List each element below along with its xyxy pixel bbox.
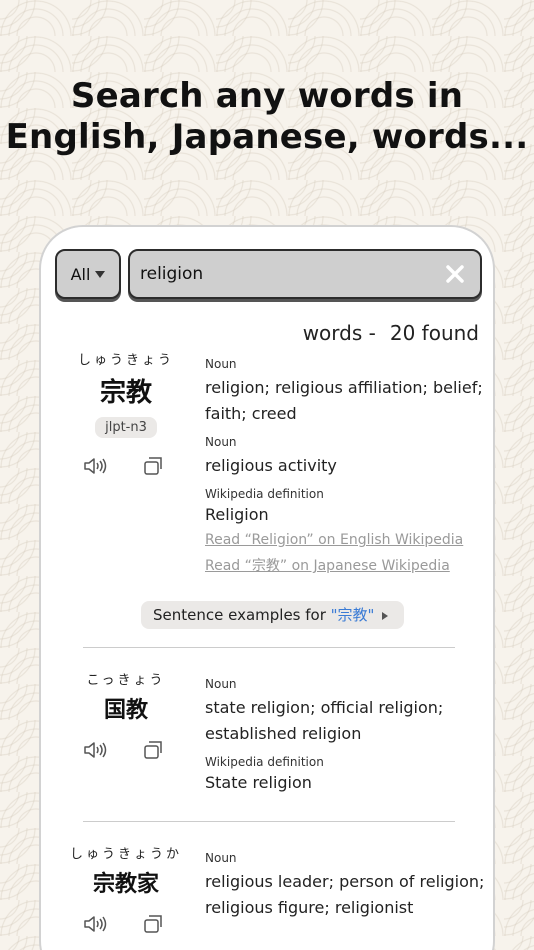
part-of-speech: Noun [205,677,237,691]
definition-line: religion; religious affiliation; belief; [205,378,483,397]
word-kanji: 宗教家 [92,872,159,897]
results-number: 20 found [389,321,479,345]
headline-line-2: English, Japanese, words... [5,117,529,157]
app-screen: All words - 20 found しゅうきょう 宗教 jlpt-n3 [39,225,495,950]
word-definitions: Noun religious leader; person of religio… [205,851,485,921]
results-label: words - [302,321,376,345]
definition-text: state religion; official religion; estab… [205,695,485,747]
sentence-examples-term: "宗教" [330,606,375,624]
word-kanji: 宗教 [99,378,152,408]
play-icon [382,611,389,620]
definition-line: faith; creed [205,404,297,423]
wikipedia-title: State religion [205,773,312,792]
wikipedia-link-english[interactable]: Read “Religion” on English Wikipedia [205,527,485,553]
search-box [128,249,482,299]
copy-icon[interactable] [143,913,167,935]
results-count: words - 20 found [303,321,479,345]
definition-text: religious leader; person of religion; re… [205,869,485,921]
copy-icon[interactable] [143,455,167,477]
word-definitions: Noun religion; religious affiliation; be… [205,357,485,579]
search-input[interactable] [140,260,430,288]
word-heading: しゅうきょうか 宗教家 [41,843,211,898]
definition-line: established religion [205,724,362,743]
caret-down-icon [95,270,106,278]
speaker-icon[interactable] [83,913,109,935]
wikipedia-label: Wikipedia definition [205,487,324,501]
word-actions [83,913,173,937]
part-of-speech: Noun [205,435,237,449]
filter-label: All [70,264,91,284]
word-heading: こっきょう 国教 [41,669,211,724]
copy-icon[interactable] [143,739,167,761]
headline: Search any words in English, Japanese, w… [0,76,534,158]
speaker-icon[interactable] [83,455,109,477]
filter-dropdown[interactable]: All [55,249,121,299]
part-of-speech: Noun [205,357,237,371]
headline-line-1: Search any words in [70,76,464,116]
word-actions [83,739,173,763]
part-of-speech: Noun [205,851,237,865]
jlpt-badge: jlpt-n3 [95,417,157,438]
word-heading: しゅうきょう 宗教 jlpt-n3 [41,349,211,438]
word-reading: しゅうきょうか [69,847,182,862]
speaker-icon[interactable] [83,739,109,761]
close-icon[interactable] [446,265,464,283]
divider [83,647,455,648]
sentence-examples-button[interactable]: Sentence examples for "宗教" [141,601,405,629]
divider [83,821,455,822]
word-actions [83,455,173,479]
wikipedia-label: Wikipedia definition [205,755,324,769]
definition-text: religious activity [205,456,337,475]
definition-line: state religion; official religion; [205,698,444,717]
word-reading: こっきょう [86,673,166,688]
wikipedia-title: Religion [205,505,269,524]
definition-text: religion; religious affiliation; belief;… [205,375,485,427]
word-reading: しゅうきょう [77,353,174,368]
definition-line: religious figure; religionist [205,898,414,917]
word-definitions: Noun state religion; official religion; … [205,677,485,795]
word-kanji: 国教 [103,698,148,723]
sentence-examples-label: Sentence examples for [153,606,331,624]
definition-line: religious leader; person of religion; [205,872,485,891]
wikipedia-link-japanese[interactable]: Read “宗教” on Japanese Wikipedia [205,553,485,579]
